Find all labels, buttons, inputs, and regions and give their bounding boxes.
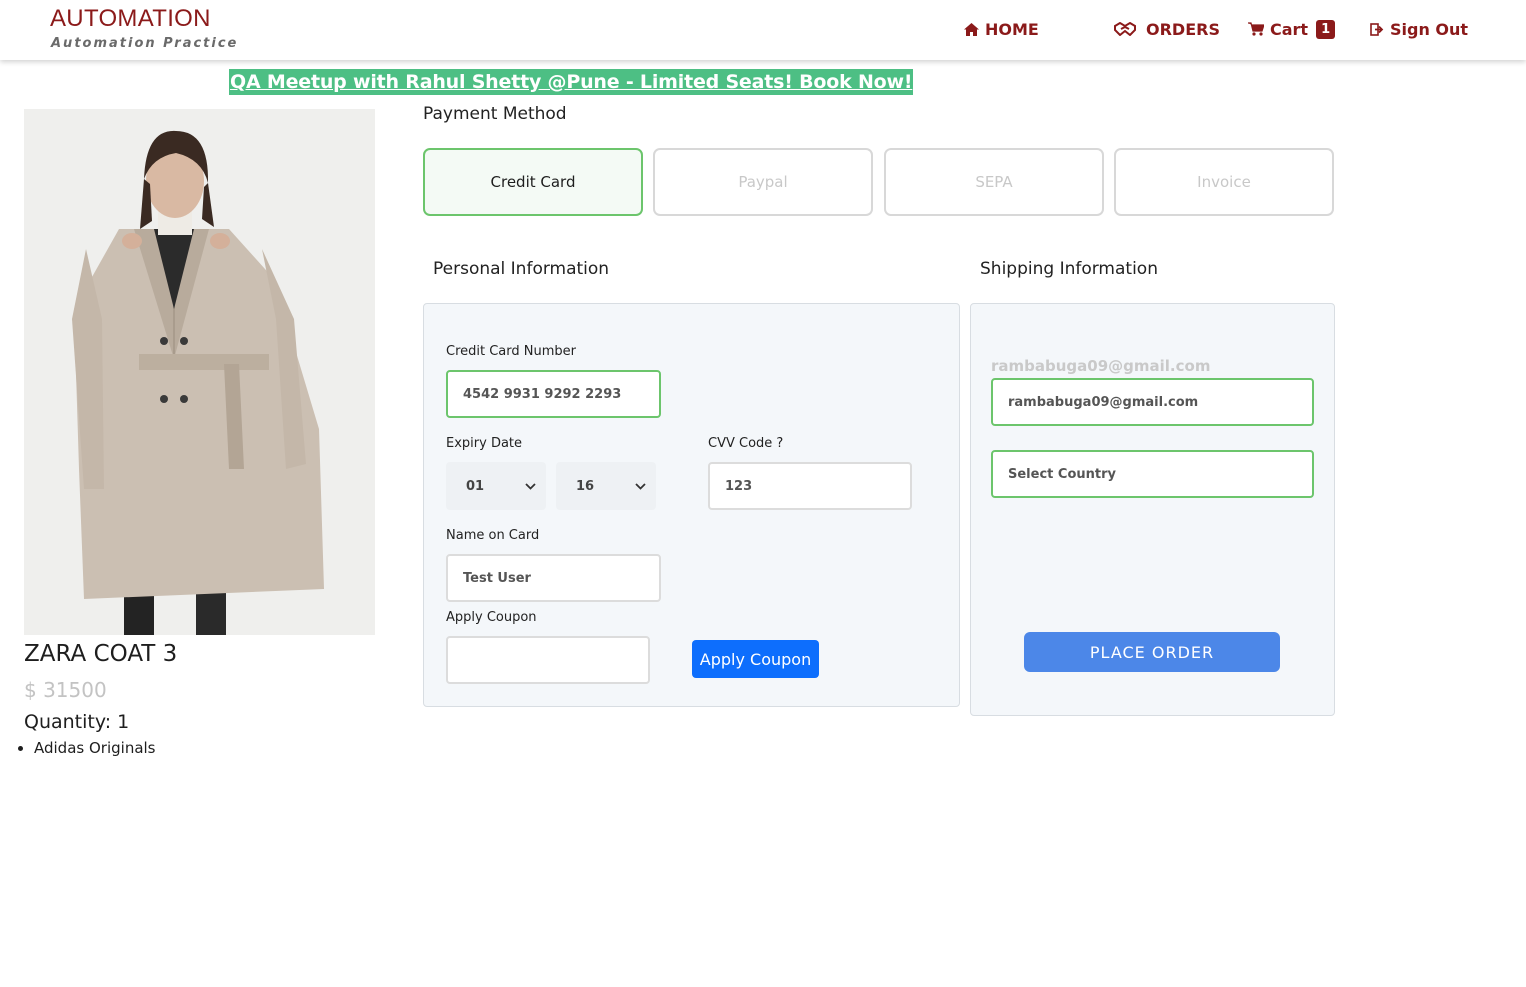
card-number-input[interactable]: 4542 9931 9292 2293	[446, 370, 661, 418]
expiry-month-value: 01	[466, 478, 485, 494]
meetup-banner-link[interactable]: QA Meetup with Rahul Shetty @Pune - Limi…	[229, 69, 914, 95]
top-navbar: AUTOMATION Automation Practice HOME ORDE…	[0, 0, 1526, 60]
cvv-input[interactable]: 123	[708, 462, 912, 510]
tab-paypal[interactable]: Paypal	[653, 148, 873, 216]
shipping-info-title: Shipping Information	[980, 259, 1158, 279]
cart-count-badge: 1	[1316, 19, 1336, 39]
tab-invoice[interactable]: Invoice	[1114, 148, 1334, 216]
brand-title[interactable]: AUTOMATION	[50, 5, 211, 33]
nav-home-button[interactable]: HOME	[964, 18, 1039, 40]
chevron-down-icon	[635, 482, 646, 490]
expiry-month-select[interactable]: 01	[446, 462, 546, 510]
expiry-year-select[interactable]: 16	[556, 462, 656, 510]
user-email-label: rambabuga09@gmail.com	[991, 357, 1211, 375]
name-on-card-input[interactable]: Test User	[446, 554, 661, 602]
coupon-input[interactable]	[446, 636, 650, 684]
cvv-label: CVV Code ?	[708, 436, 784, 451]
product-tag-list: Adidas Originals	[34, 739, 156, 757]
place-order-button[interactable]: PLACE ORDER	[1024, 632, 1280, 672]
home-icon	[964, 22, 979, 36]
tab-credit-card[interactable]: Credit Card	[423, 148, 643, 216]
product-image	[24, 109, 375, 635]
email-input[interactable]: rambabuga09@gmail.com	[991, 378, 1314, 426]
coat-model-illustration	[24, 109, 375, 635]
expiry-year-value: 16	[576, 478, 595, 494]
handshake-icon	[1114, 22, 1136, 36]
coupon-label: Apply Coupon	[446, 610, 537, 625]
country-input[interactable]: Select Country	[991, 450, 1314, 498]
name-on-card-label: Name on Card	[446, 528, 540, 543]
nav-signout-button[interactable]: Sign Out	[1370, 18, 1468, 40]
nav-cart-button[interactable]: Cart 1	[1248, 18, 1336, 40]
nav-home-label: HOME	[985, 19, 1039, 39]
apply-coupon-button[interactable]: Apply Coupon	[692, 640, 819, 678]
nav-orders-button[interactable]: ORDERS	[1114, 18, 1220, 40]
cart-icon	[1248, 22, 1264, 36]
chevron-down-icon	[525, 482, 536, 490]
product-quantity: Quantity: 1	[24, 711, 130, 733]
product-tag: Adidas Originals	[34, 739, 156, 757]
product-price: $ 31500	[24, 678, 107, 702]
nav-orders-label: ORDERS	[1146, 19, 1220, 39]
expiry-date-label: Expiry Date	[446, 436, 523, 451]
card-number-label: Credit Card Number	[446, 344, 576, 359]
product-name: ZARA COAT 3	[24, 641, 178, 667]
nav-signout-label: Sign Out	[1390, 19, 1469, 39]
payment-method-title: Payment Method	[423, 104, 567, 124]
sign-out-icon	[1370, 22, 1384, 36]
tab-sepa[interactable]: SEPA	[884, 148, 1104, 216]
nav-cart-label: Cart	[1270, 19, 1309, 39]
brand-subtitle: Automation Practice	[51, 36, 239, 51]
personal-info-title: Personal Information	[433, 259, 610, 279]
